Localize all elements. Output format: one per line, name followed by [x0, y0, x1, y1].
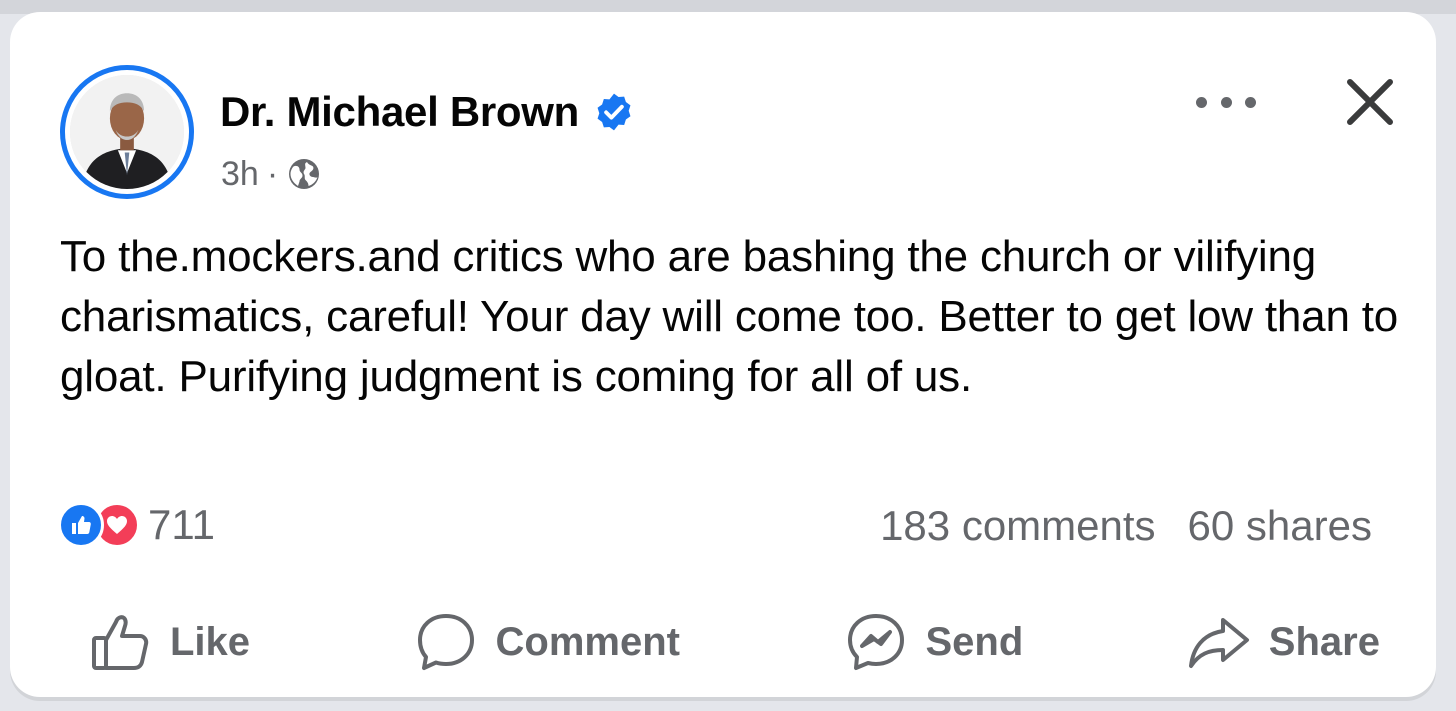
post-meta: 3h ·: [221, 152, 322, 196]
meta-separator: ·: [266, 154, 279, 193]
author-row: Dr. Michael Brown: [220, 86, 635, 138]
messenger-icon: [847, 614, 904, 670]
shares-count-link[interactable]: 60 shares: [1188, 502, 1372, 550]
globe-icon[interactable]: [286, 156, 322, 192]
like-button[interactable]: Like: [88, 610, 250, 674]
author-avatar[interactable]: [60, 65, 194, 199]
verified-badge-icon: [597, 93, 631, 131]
post-action-bar: Like Comment Send Share: [60, 602, 1410, 682]
avatar-photo: [70, 75, 184, 189]
post-timestamp[interactable]: 3h: [221, 155, 259, 194]
engagement-stats: 183 comments 60 shares: [880, 500, 1372, 552]
like-button-label: Like: [170, 619, 251, 664]
more-options-icon[interactable]: [1196, 92, 1256, 112]
send-button-label: Send: [925, 619, 1024, 664]
comment-button-label: Comment: [495, 619, 680, 664]
comment-button[interactable]: Comment: [414, 610, 680, 674]
like-reaction-icon: [58, 502, 104, 548]
author-name[interactable]: Dr. Michael Brown: [220, 88, 579, 136]
close-icon[interactable]: [1342, 74, 1398, 130]
thumbs-up-icon: [92, 615, 149, 670]
send-button[interactable]: Send: [844, 610, 1024, 674]
reactions-summary[interactable]: 711: [58, 500, 215, 550]
comments-count-link[interactable]: 183 comments: [880, 502, 1155, 550]
share-button[interactable]: Share: [1187, 610, 1380, 674]
post-body-text: To the.mockers.and critics who are bashi…: [60, 232, 1411, 401]
reaction-count: 711: [148, 501, 215, 548]
share-button-label: Share: [1268, 619, 1380, 664]
post-card: Dr. Michael Brown 3h · To the.mockers.an…: [10, 12, 1436, 697]
share-arrow-icon: [1188, 618, 1249, 668]
comment-bubble-icon: [417, 614, 474, 670]
